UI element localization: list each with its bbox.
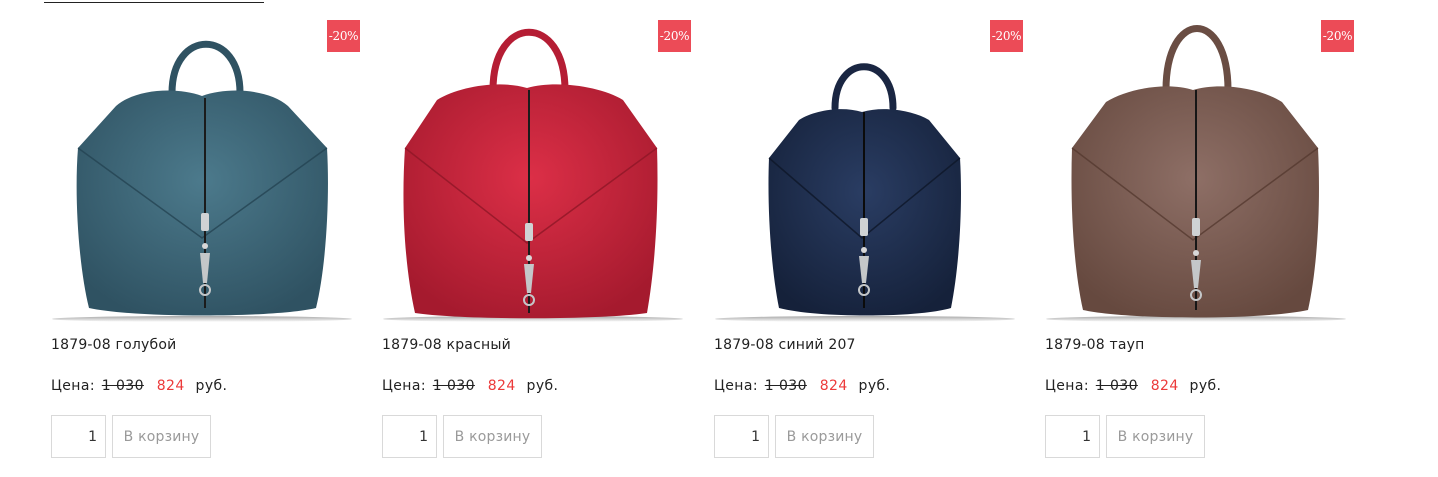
old-price: 1 030 xyxy=(101,378,144,394)
new-price: 824 xyxy=(819,378,848,394)
currency: руб. xyxy=(526,378,559,394)
price-label: Цена: xyxy=(714,378,758,394)
add-to-cart-button[interactable]: В корзину xyxy=(1106,415,1205,458)
product-title[interactable]: 1879-08 красный xyxy=(382,337,511,353)
product-grid: -20% 1879-08 голубой Цена: 1 030 824 руб… xyxy=(44,0,1374,477)
discount-badge: -20% xyxy=(658,20,691,52)
product-image[interactable]: -20% xyxy=(707,8,1023,322)
quantity-input[interactable] xyxy=(51,415,106,458)
discount-badge: -20% xyxy=(990,20,1023,52)
old-price: 1 030 xyxy=(764,378,807,394)
product-title[interactable]: 1879-08 голубой xyxy=(51,337,176,353)
product-card: -20% 1879-08 голубой Цена: 1 030 824 руб… xyxy=(44,0,360,477)
quantity-input[interactable] xyxy=(714,415,769,458)
product-title[interactable]: 1879-08 синий 207 xyxy=(714,337,856,353)
add-to-cart-button[interactable]: В корзину xyxy=(775,415,874,458)
backpack-image xyxy=(383,28,683,322)
product-card: -20% 1879-08 синий 207 Цена: 1 030 824 р… xyxy=(707,0,1023,477)
new-price: 824 xyxy=(1150,378,1179,394)
backpack-image xyxy=(1046,25,1346,322)
new-price: 824 xyxy=(487,378,516,394)
currency: руб. xyxy=(195,378,228,394)
backpack-image xyxy=(52,40,352,322)
currency: руб. xyxy=(858,378,891,394)
add-to-cart-button[interactable]: В корзину xyxy=(112,415,211,458)
old-price: 1 030 xyxy=(1095,378,1138,394)
quantity-input[interactable] xyxy=(382,415,437,458)
backpack-image xyxy=(715,63,1015,322)
price-row: Цена: 1 030 824 руб. xyxy=(51,378,227,394)
product-card: -20% 1879-08 красный Цена: 1 030 824 руб… xyxy=(375,0,691,477)
product-image[interactable]: -20% xyxy=(1038,8,1354,322)
price-row: Цена: 1 030 824 руб. xyxy=(714,378,890,394)
discount-badge: -20% xyxy=(1321,20,1354,52)
product-image[interactable]: -20% xyxy=(375,8,691,322)
product-image[interactable]: -20% xyxy=(44,8,360,322)
old-price: 1 030 xyxy=(432,378,475,394)
add-to-cart-button[interactable]: В корзину xyxy=(443,415,542,458)
quantity-input[interactable] xyxy=(1045,415,1100,458)
product-card: -20% 1879-08 тауп Цена: 1 030 824 руб. В… xyxy=(1038,0,1354,477)
new-price: 824 xyxy=(156,378,185,394)
price-row: Цена: 1 030 824 руб. xyxy=(1045,378,1221,394)
price-label: Цена: xyxy=(51,378,95,394)
product-title[interactable]: 1879-08 тауп xyxy=(1045,337,1145,353)
price-label: Цена: xyxy=(382,378,426,394)
discount-badge: -20% xyxy=(327,20,360,52)
price-row: Цена: 1 030 824 руб. xyxy=(382,378,558,394)
price-label: Цена: xyxy=(1045,378,1089,394)
currency: руб. xyxy=(1189,378,1222,394)
